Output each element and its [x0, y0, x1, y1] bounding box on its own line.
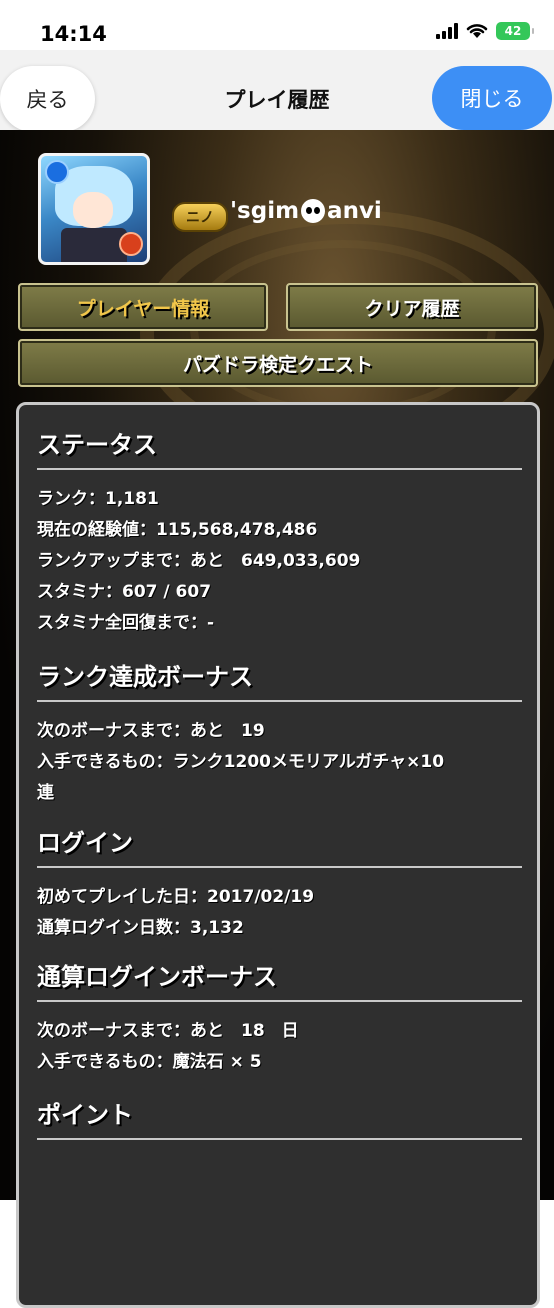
exp-line: 現在の経験値：115,568,478,486 [37, 520, 318, 540]
play-history-panel: ステータス ランク：1,181 現在の経験値：115,568,478,486 ラ… [16, 402, 540, 1308]
login-bonus-heading: 通算ログインボーナス [37, 957, 522, 1002]
kentei-quest-button[interactable]: パズドラ検定クエスト [18, 339, 538, 387]
tab-clear-history[interactable]: クリア履歴 [286, 283, 538, 331]
stamina-full-line: スタミナ全回復まで：- [37, 613, 215, 633]
first-play-line: 初めてプレイした日：2017/02/19 [37, 887, 315, 907]
wifi-icon [466, 24, 488, 38]
status-time: 14:14 [40, 22, 107, 46]
rank-badge: ニノ [172, 202, 228, 232]
player-name: 'sgim anvi [230, 198, 382, 224]
status-section: ステータス ランク：1,181 現在の経験値：115,568,478,486 ラ… [37, 425, 522, 639]
water-attribute-icon [45, 160, 69, 184]
rank-line: ランク：1,181 [37, 489, 159, 509]
status-bar: 14:14 42 [0, 0, 554, 50]
status-heading: ステータス [37, 425, 522, 470]
game-screen: ニノ 'sgim anvi プレイヤー情報 クリア履歴 パズドラ検定クエスト ス… [0, 130, 554, 1308]
rank-bonus-reward-line: 入手できるもの：ランク1200メモリアルガチャ×10 [37, 752, 445, 772]
rank-bonus-heading: ランク達成ボーナス [37, 657, 522, 702]
total-login-days-line: 通算ログイン日数：3,132 [37, 918, 244, 938]
battery-icon: 42 [496, 22, 534, 40]
rank-bonus-next-line: 次のボーナスまで：あと 19 [37, 721, 265, 741]
player-name-suffix: anvi [327, 198, 382, 224]
signal-icon [436, 23, 458, 39]
close-button[interactable]: 閉じる [432, 66, 552, 130]
stamina-line: スタミナ：607 / 607 [37, 582, 212, 602]
points-heading: ポイント [37, 1095, 522, 1140]
status-icons: 42 [436, 22, 534, 40]
rank-up-line: ランクアップまで：あと 649,033,609 [37, 551, 361, 571]
login-bonus-reward-line: 入手できるもの：魔法石 × 5 [37, 1052, 262, 1072]
fire-attribute-icon [119, 232, 143, 256]
rank-bonus-section: ランク達成ボーナス 次のボーナスまで：あと 19 入手できるもの：ランク1200… [37, 657, 522, 809]
player-name-prefix: 'sgim [230, 198, 300, 224]
tab-player-info[interactable]: プレイヤー情報 [18, 283, 268, 331]
login-bonus-section: 通算ログインボーナス 次のボーナスまで：あと 18 日 入手できるもの：魔法石 … [37, 957, 522, 1078]
panda-icon [301, 199, 326, 223]
login-section: ログイン 初めてプレイした日：2017/02/19 通算ログイン日数：3,132 [37, 823, 522, 944]
nav-bar: 戻る プレイ履歴 閉じる [0, 50, 554, 132]
points-section: ポイント [37, 1095, 522, 1140]
login-bonus-next-line: 次のボーナスまで：あと 18 日 [37, 1021, 299, 1041]
leader-monster-avatar[interactable] [38, 153, 150, 265]
rank-bonus-reward-line-cont: 連 [37, 783, 54, 803]
login-heading: ログイン [37, 823, 522, 868]
